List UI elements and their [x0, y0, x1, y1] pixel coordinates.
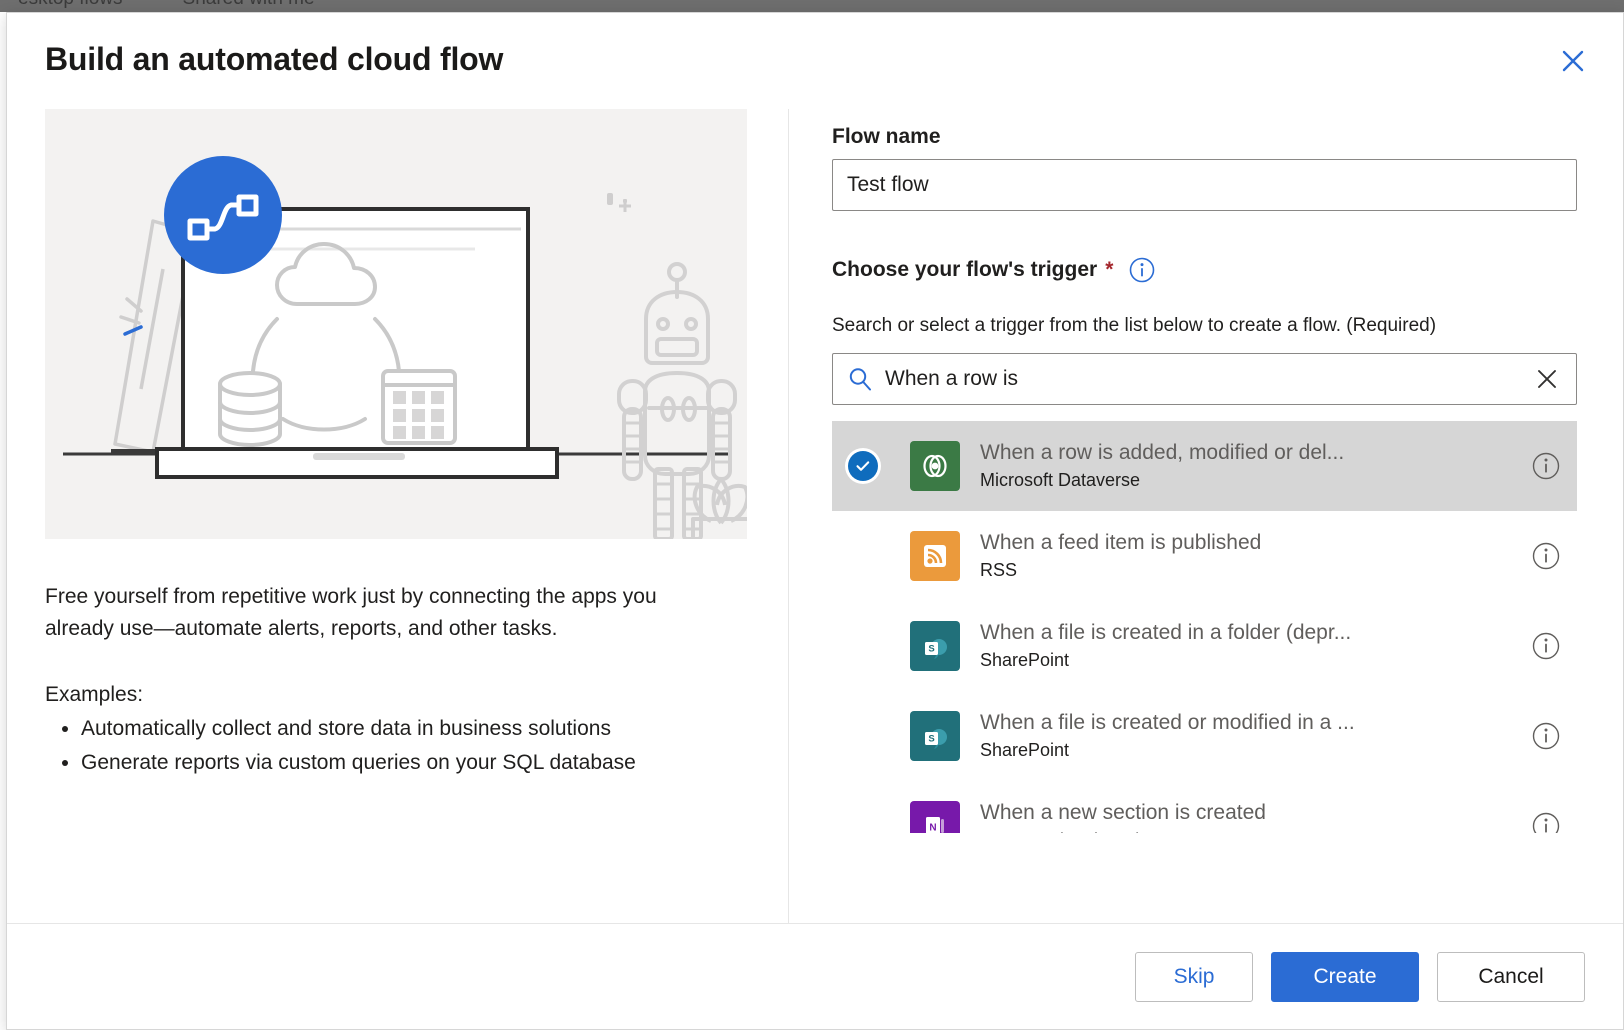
svg-text:N: N [929, 823, 936, 834]
trigger-results-list[interactable]: When a row is added, modified or del... … [832, 421, 1577, 833]
clear-search-button[interactable] [1530, 362, 1564, 396]
row-info-icon[interactable] [1529, 542, 1563, 570]
info-icon-glyph [1130, 257, 1155, 283]
trigger-row[interactable]: S When a file is created in a folder (de… [832, 601, 1577, 691]
trigger-section-header: Choose your flow's trigger * [832, 257, 1577, 283]
dialog-header: Build an automated cloud flow [7, 13, 1623, 109]
examples-label: Examples: [45, 682, 144, 706]
row-info-icon[interactable] [1529, 812, 1563, 833]
onenote-icon: N [910, 801, 960, 833]
examples-list: Automatically collect and store data in … [45, 713, 750, 779]
automation-illustration [45, 109, 747, 539]
trigger-row[interactable]: N When a new section is created OneNote … [832, 781, 1577, 833]
dialog-body: Free yourself from repetitive work just … [7, 109, 1623, 923]
build-cloud-flow-dialog: Build an automated cloud flow Free yours… [6, 12, 1624, 1030]
trigger-search-input[interactable] [885, 367, 1518, 391]
info-icon-glyph [1532, 452, 1560, 480]
trigger-label: Choose your flow's trigger [832, 258, 1098, 281]
row-info-icon[interactable] [1529, 722, 1563, 750]
trigger-connector: Microsoft Dataverse [980, 470, 1141, 491]
trigger-text-block: When a row is added, modified or del... … [960, 439, 1529, 493]
trigger-connector: RSS [980, 560, 1018, 581]
check-circle-icon [848, 451, 878, 481]
trigger-name: When a new section is created [980, 801, 1266, 825]
info-icon[interactable] [1129, 257, 1155, 283]
selection-indicator [848, 631, 910, 661]
illustration-graphic [63, 156, 747, 539]
dialog-footer: Skip Create Cancel [7, 923, 1623, 1029]
svg-text:S: S [928, 734, 934, 745]
sharepoint-icon: S [910, 621, 960, 671]
info-pane: Free yourself from repetitive work just … [7, 109, 788, 923]
example-item: Automatically collect and store data in … [81, 713, 750, 745]
close-icon [1562, 50, 1584, 72]
checkmark-icon [856, 461, 870, 471]
selection-indicator [848, 451, 910, 481]
trigger-search-box[interactable] [832, 353, 1577, 405]
trigger-name: When a feed item is published [980, 531, 1262, 555]
background-tab-desktop-flows[interactable]: esktop flows [18, 0, 123, 10]
row-info-icon[interactable] [1529, 632, 1563, 660]
info-icon-glyph [1532, 632, 1560, 660]
trigger-name: When a file is created or modified in a … [980, 711, 1355, 735]
info-icon-glyph [1532, 812, 1560, 833]
background-tabs: esktop flows Shared with me [0, 0, 1624, 12]
background-tab-shared-with-me[interactable]: Shared with me [183, 0, 315, 10]
cancel-button[interactable]: Cancel [1437, 951, 1585, 1002]
close-button[interactable] [1551, 39, 1595, 83]
vertical-divider [788, 109, 789, 923]
selection-indicator [848, 721, 910, 751]
trigger-connector: OneNote (Business) [980, 829, 1513, 833]
example-item: Generate reports via custom queries on y… [81, 747, 750, 779]
trigger-text-block: When a new section is created OneNote (B… [960, 799, 1529, 833]
trigger-row[interactable]: When a feed item is published RSS [832, 511, 1577, 601]
flow-name-input[interactable] [832, 159, 1577, 211]
search-icon [849, 368, 871, 391]
trigger-row[interactable]: When a row is added, modified or del... … [832, 421, 1577, 511]
form-pane: Flow name Choose your flow's trigger * S… [788, 109, 1623, 923]
svg-text:S: S [928, 644, 934, 655]
rss-icon [910, 531, 960, 581]
clear-icon [1538, 370, 1556, 388]
info-icon-glyph [1532, 722, 1560, 750]
selection-indicator [848, 811, 910, 833]
trigger-connector: SharePoint [980, 740, 1070, 761]
trigger-name: When a file is created in a folder (depr… [980, 621, 1352, 645]
create-button[interactable]: Create [1271, 951, 1419, 1002]
sharepoint-icon-glyph: S [925, 639, 947, 659]
trigger-hint-text: Search or select a trigger from the list… [832, 315, 1437, 336]
trigger-row[interactable]: S When a file is created or modified in … [832, 691, 1577, 781]
required-asterisk: * [1105, 258, 1114, 281]
sharepoint-icon-glyph: S [925, 729, 947, 749]
page-title: Build an automated cloud flow [45, 41, 504, 77]
trigger-connector: SharePoint [980, 650, 1070, 671]
info-icon-glyph [1532, 542, 1560, 570]
flow-name-label: Flow name [832, 125, 941, 148]
trigger-text-block: When a file is created in a folder (depr… [960, 619, 1529, 673]
row-info-icon[interactable] [1529, 452, 1563, 480]
skip-button[interactable]: Skip [1135, 951, 1253, 1002]
sharepoint-icon: S [910, 711, 960, 761]
trigger-text-block: When a file is created or modified in a … [960, 709, 1529, 763]
dataverse-icon-glyph [923, 454, 947, 478]
rss-icon-glyph [924, 545, 946, 567]
description-text: Free yourself from repetitive work just … [45, 585, 657, 640]
dataverse-icon [910, 441, 960, 491]
trigger-text-block: When a feed item is published RSS [960, 529, 1529, 583]
onenote-icon-glyph: N [926, 817, 944, 834]
trigger-name: When a row is added, modified or del... [980, 441, 1345, 465]
selection-indicator [848, 541, 910, 571]
